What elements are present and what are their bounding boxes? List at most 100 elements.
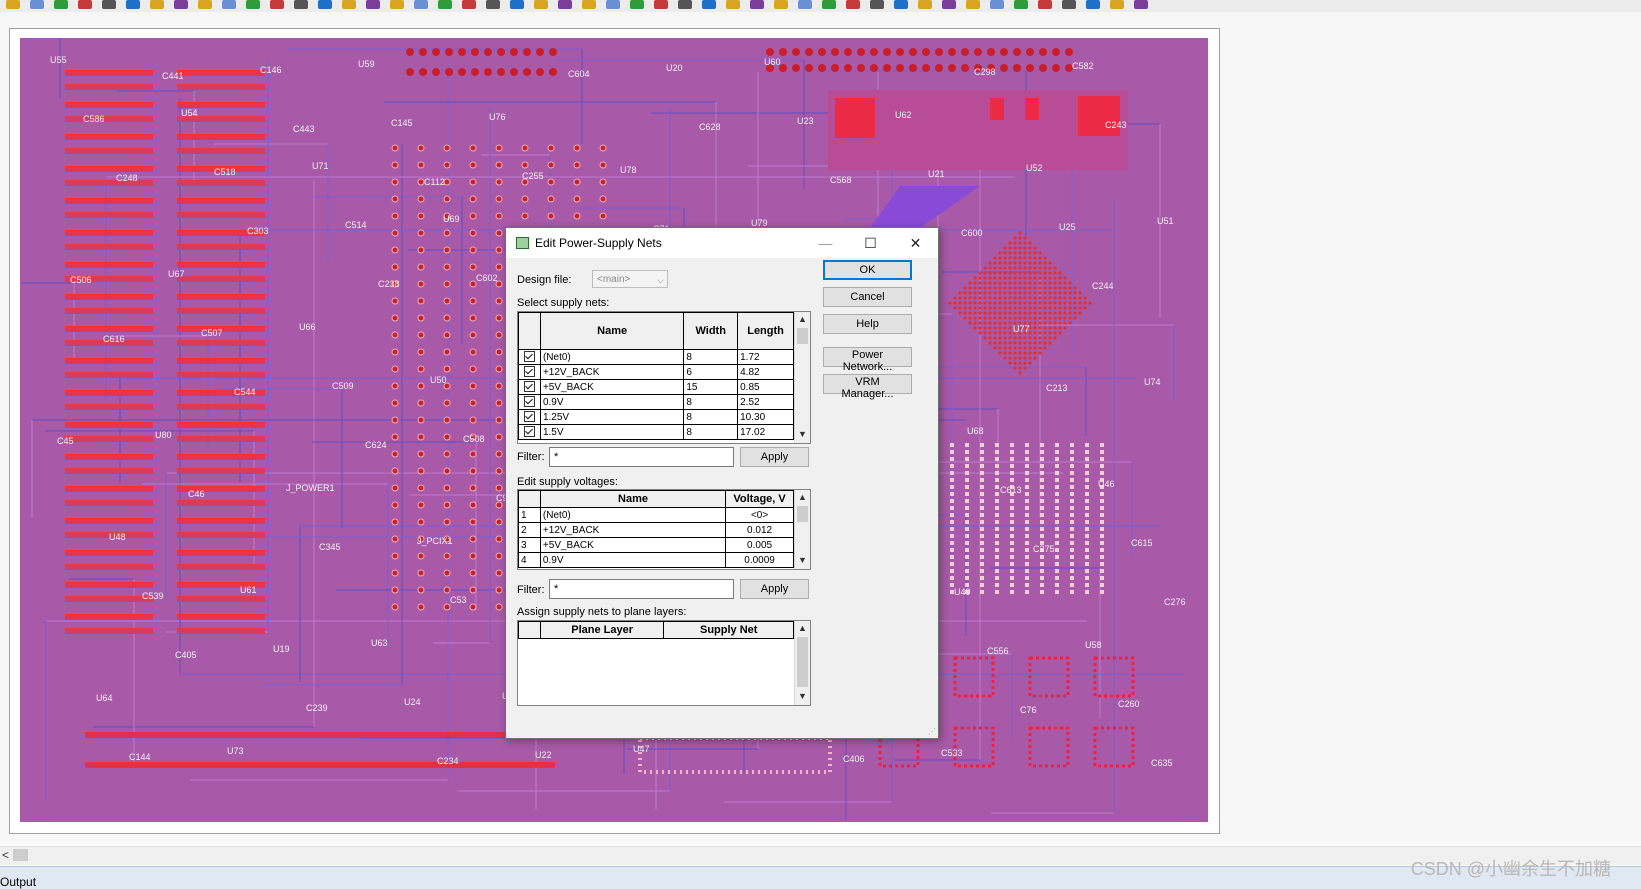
toolbar-tool-icon[interactable] [198,0,212,9]
scroll-thumb[interactable] [797,328,808,344]
scroll-up-icon[interactable]: ▲ [795,312,810,326]
supply-net-width[interactable]: 8 [683,424,739,440]
supply-net-name[interactable]: +5V_BACK [539,379,685,395]
toolbar-tool-icon[interactable] [606,0,620,9]
toolbar-tool-icon[interactable] [678,0,692,9]
toolbar-tool-icon[interactable] [894,0,908,9]
supply-net-checkbox[interactable] [518,379,541,395]
toolbar-tool-icon[interactable] [30,0,44,9]
toolbar-tool-icon[interactable] [126,0,140,9]
column-header-width[interactable]: Width [683,312,739,350]
toolbar-tool-icon[interactable] [486,0,500,9]
toolbar-tool-icon[interactable] [630,0,644,9]
scroll-up-icon[interactable]: ▲ [795,490,810,504]
toolbar-tool-icon[interactable] [774,0,788,9]
voltages-scrollbar[interactable]: ▲ ▼ [794,490,810,569]
scroll-down-icon[interactable]: ▼ [795,553,810,567]
supply-nets-scrollbar[interactable]: ▲ ▼ [794,312,810,443]
toolbar-tool-icon[interactable] [462,0,476,9]
horizontal-scroll-thumb[interactable] [13,849,28,861]
toolbar-tool-icon[interactable] [582,0,596,9]
toolbar-tool-icon[interactable] [990,0,1004,9]
column-header-voltage[interactable]: Voltage, V [725,490,794,508]
toolbar-tool-icon[interactable] [1014,0,1028,9]
toolbar-tool-icon[interactable] [222,0,236,9]
ok-button[interactable]: OK [823,260,912,280]
supply-net-length[interactable]: 2.52 [737,394,794,410]
supply-net-width[interactable]: 6 [683,364,739,380]
toolbar-tool-icon[interactable] [318,0,332,9]
supply-net-name[interactable]: 0.9V [539,394,685,410]
supply-net-row[interactable]: (Net0) 8 1.72 [518,349,794,365]
supply-voltage-row[interactable]: 2 +12V_BACK 0.012 [518,522,794,538]
column-header-voltage-name[interactable]: Name [539,490,727,508]
column-header-length[interactable]: Length [737,312,794,350]
voltage-value[interactable]: 0.012 [725,522,794,538]
supply-net-row[interactable]: +5V_BACK 15 0.85 [518,379,794,395]
supply-net-checkbox[interactable] [518,409,541,425]
toolbar-tool-icon[interactable] [846,0,860,9]
toolbar-tool-icon[interactable] [918,0,932,9]
toolbar-tool-icon[interactable] [510,0,524,9]
help-button[interactable]: Help [823,314,912,334]
toolbar-tool-icon[interactable] [246,0,260,9]
toolbar-tool-icon[interactable] [342,0,356,9]
supply-net-name[interactable]: (Net0) [539,349,685,365]
scroll-left-icon[interactable]: < [2,848,9,862]
vrm-manager-button[interactable]: VRM Manager... [823,374,912,400]
voltage-value[interactable]: 0.005 [725,537,794,553]
supply-net-name[interactable]: +12V_BACK [539,364,685,380]
toolbar-tool-icon[interactable] [534,0,548,9]
checkbox-checked-icon[interactable] [523,411,535,423]
minimize-icon[interactable]: — [803,228,848,258]
scroll-down-icon[interactable]: ▼ [795,689,810,703]
toolbar-tool-icon[interactable] [438,0,452,9]
supply-net-length[interactable]: 0.85 [737,379,794,395]
checkbox-checked-icon[interactable] [523,366,535,378]
toolbar-tool-icon[interactable] [1062,0,1076,9]
voltages-filter-input[interactable]: * [549,579,734,599]
toolbar-tool-icon[interactable] [870,0,884,9]
voltage-net-name[interactable]: +5V_BACK [539,537,727,553]
dialog-titlebar[interactable]: Edit Power-Supply Nets — ☐ ✕ [506,228,938,258]
toolbar-tool-icon[interactable] [822,0,836,9]
resize-grip-icon[interactable]: ⋰ [928,727,936,736]
toolbar-tool-icon[interactable] [390,0,404,9]
voltage-value[interactable]: 0.0009 [725,552,794,568]
toolbar-tool-icon[interactable] [150,0,164,9]
supply-net-row[interactable]: 0.9V 8 2.52 [518,394,794,410]
toolbar-tool-icon[interactable] [1086,0,1100,9]
supply-net-width[interactable]: 8 [683,409,739,425]
supply-net-checkbox[interactable] [518,364,541,380]
horizontal-scrollbar[interactable]: < [0,846,1641,865]
supply-net-name[interactable]: 1.25V [539,409,685,425]
supply-net-width[interactable]: 15 [683,379,739,395]
toolbar-tool-icon[interactable] [174,0,188,9]
maximize-icon[interactable]: ☐ [848,228,893,258]
design-file-combo[interactable]: <main> ⌵ [592,270,668,288]
toolbar-tool-icon[interactable] [294,0,308,9]
scroll-thumb[interactable] [797,637,808,687]
supply-net-width[interactable]: 8 [683,349,739,365]
toolbar-tool-icon[interactable] [102,0,116,9]
supply-net-length[interactable]: 1.72 [737,349,794,365]
checkbox-checked-icon[interactable] [523,381,535,393]
column-header-plane-layer[interactable]: Plane Layer [539,621,665,639]
supply-net-checkbox[interactable] [518,424,541,440]
toolbar-tool-icon[interactable] [726,0,740,9]
checkbox-checked-icon[interactable] [523,351,535,363]
column-header-name[interactable]: Name [539,312,685,350]
checkbox-checked-icon[interactable] [523,396,535,408]
toolbar-tool-icon[interactable] [942,0,956,9]
toolbar-tool-icon[interactable] [702,0,716,9]
scroll-up-icon[interactable]: ▲ [795,621,810,635]
column-header-supply-net[interactable]: Supply Net [663,621,794,639]
toolbar-tool-icon[interactable] [6,0,20,9]
supply-net-length[interactable]: 4.82 [737,364,794,380]
toolbar-tool-icon[interactable] [798,0,812,9]
voltage-value[interactable]: <0> [725,507,794,523]
supply-net-row[interactable]: 1.25V 8 10.30 [518,409,794,425]
supply-net-length[interactable]: 10.30 [737,409,794,425]
voltage-net-name[interactable]: 0.9V [539,552,727,568]
toolbar-tool-icon[interactable] [270,0,284,9]
